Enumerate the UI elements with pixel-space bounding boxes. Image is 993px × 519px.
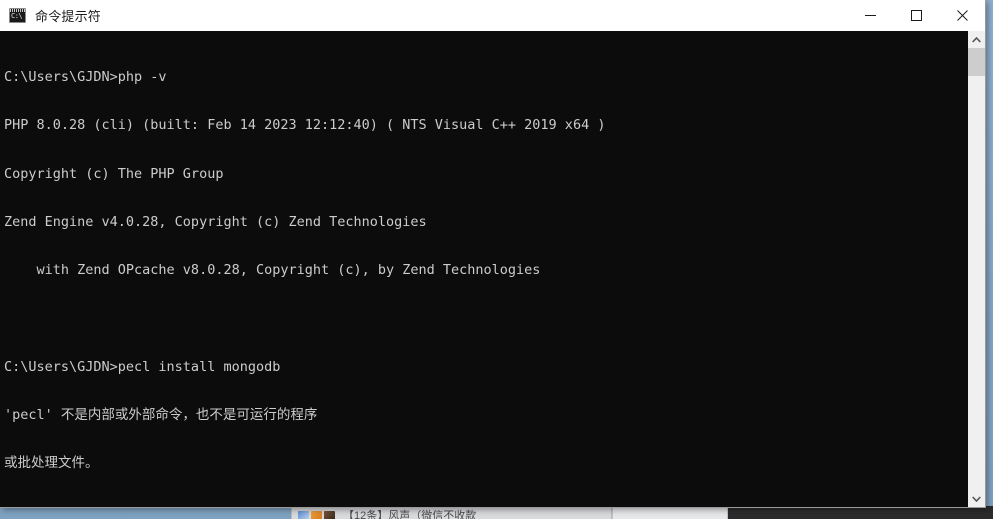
background-window-action-icon (595, 510, 607, 519)
console-line: 或批处理文件。 (4, 455, 99, 472)
app-icon-blue (298, 511, 309, 519)
desktop-background: 【12条】风声（微信不收款 命令提示符 (0, 0, 993, 519)
console-icon (9, 7, 26, 23)
console-line: C:\Users\GJDN>pecl install mongodb (4, 358, 281, 375)
scroll-up-button[interactable] (968, 31, 985, 48)
background-window-title: 【12条】风声（微信不收款 (343, 510, 477, 519)
scrollbar-thumb[interactable] (968, 48, 985, 76)
background-window-icons (298, 511, 335, 519)
console-line: Zend Engine v4.0.28, Copyright (c) Zend … (4, 214, 427, 231)
console-line: PHP 8.0.28 (cli) (built: Feb 14 2023 12:… (4, 117, 606, 134)
console-line: C:\Users\GJDN>php -v (4, 69, 167, 86)
command-prompt-window: 命令提示符 C:\Users\GJDN>php -v (0, 0, 986, 508)
console-area[interactable]: C:\Users\GJDN>php -v PHP 8.0.28 (cli) (b… (0, 31, 985, 507)
close-button[interactable] (939, 0, 985, 30)
scroll-down-button[interactable] (968, 490, 985, 507)
app-icon-orange (311, 511, 322, 519)
scrollbar-track[interactable] (968, 48, 985, 490)
minimize-button[interactable] (847, 0, 893, 30)
vertical-scrollbar[interactable] (967, 31, 985, 507)
title-bar[interactable]: 命令提示符 (0, 0, 985, 31)
console-output[interactable]: C:\Users\GJDN>php -v PHP 8.0.28 (cli) (b… (0, 31, 967, 507)
console-line: with Zend OPcache v8.0.28, Copyright (c)… (4, 262, 541, 279)
window-title: 命令提示符 (35, 8, 102, 24)
console-line: Copyright (c) The PHP Group (4, 165, 224, 182)
console-line: 'pecl' 不是内部或外部命令，也不是可运行的程序 (4, 407, 318, 424)
maximize-button[interactable] (893, 0, 939, 30)
app-icon-photo (324, 511, 335, 519)
